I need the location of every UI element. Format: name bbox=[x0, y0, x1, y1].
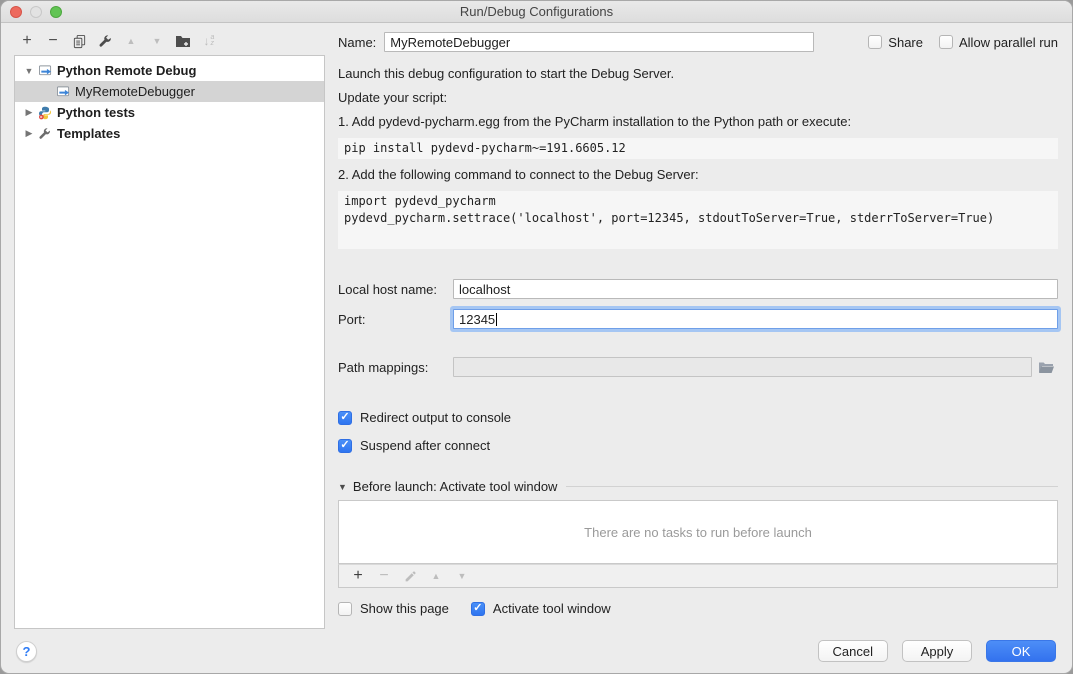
divider bbox=[566, 486, 1058, 487]
browse-folder-icon[interactable] bbox=[1034, 358, 1058, 376]
add-task-button[interactable]: + bbox=[345, 566, 371, 586]
expand-triangle-icon[interactable]: ▼ bbox=[338, 482, 347, 492]
tree-item-label: Python Remote Debug bbox=[57, 63, 196, 78]
show-this-page-label: Show this page bbox=[360, 601, 449, 616]
path-mappings-input[interactable] bbox=[453, 357, 1032, 377]
suspend-after-connect-row[interactable]: ✓ Suspend after connect bbox=[338, 438, 1058, 453]
show-this-page-checkbox[interactable]: ✓ bbox=[338, 602, 352, 616]
tree-item-python-tests[interactable]: ▶ Python tests bbox=[15, 102, 324, 123]
suspend-after-connect-checkbox[interactable]: ✓ bbox=[338, 439, 352, 453]
allow-parallel-run-checkbox[interactable]: ✓ bbox=[939, 35, 953, 49]
move-down-button: ▼ bbox=[144, 30, 170, 52]
instruction-line: Launch this debug configuration to start… bbox=[338, 66, 1058, 82]
configuration-editor: Name: ✓ Share ✓ Allow parallel run Lau bbox=[338, 31, 1058, 616]
zoom-window-button[interactable] bbox=[50, 6, 62, 18]
window-title: Run/Debug Configurations bbox=[460, 4, 613, 19]
edit-templates-wrench-icon[interactable] bbox=[92, 30, 118, 52]
ok-button[interactable]: OK bbox=[986, 640, 1056, 662]
collapse-triangle-icon[interactable]: ▶ bbox=[21, 107, 37, 118]
name-label: Name: bbox=[338, 35, 376, 50]
copy-configuration-icon[interactable] bbox=[66, 30, 92, 52]
edit-task-pencil-icon bbox=[397, 566, 423, 586]
path-mappings-label: Path mappings: bbox=[338, 360, 453, 375]
add-configuration-button[interactable]: + bbox=[14, 30, 40, 52]
sort-configurations-icon: ↓ az bbox=[196, 30, 222, 52]
activate-tool-window-label: Activate tool window bbox=[493, 601, 611, 616]
run-debug-configurations-dialog: Run/Debug Configurations + − ▲ ▼ bbox=[0, 0, 1073, 674]
before-launch-section: ▼ Before launch: Activate tool window Th… bbox=[338, 479, 1058, 616]
empty-tasks-text: There are no tasks to run before launch bbox=[584, 525, 812, 540]
tree-item-label: Templates bbox=[57, 126, 120, 141]
minimize-window-button bbox=[30, 6, 42, 18]
option-checkboxes: ✓ Redirect output to console ✓ Suspend a… bbox=[338, 410, 1058, 453]
before-launch-header[interactable]: ▼ Before launch: Activate tool window bbox=[338, 479, 1058, 494]
name-input[interactable] bbox=[384, 32, 814, 52]
check-icon: ✓ bbox=[340, 440, 349, 451]
tree-item-label: Python tests bbox=[57, 105, 135, 120]
tree-item-templates[interactable]: ▶ Templates bbox=[15, 123, 324, 144]
code-line: import pydevd_pycharm bbox=[344, 193, 1052, 210]
move-task-down-button: ▼ bbox=[449, 566, 475, 586]
code-line: pydevd_pycharm.settrace('localhost', por… bbox=[344, 210, 1052, 227]
share-checkbox-group[interactable]: ✓ Share bbox=[868, 35, 923, 50]
port-value: 12345 bbox=[459, 312, 495, 327]
check-icon: ✓ bbox=[340, 412, 349, 423]
instruction-step-1: 1. Add pydevd-pycharm.egg from the PyCha… bbox=[338, 114, 1058, 130]
local-host-label: Local host name: bbox=[338, 282, 453, 297]
wrench-icon bbox=[37, 126, 53, 141]
dialog-buttons: Cancel Apply OK bbox=[818, 640, 1056, 662]
text-caret bbox=[496, 313, 497, 326]
before-launch-task-list[interactable]: There are no tasks to run before launch bbox=[338, 500, 1058, 564]
redirect-output-label: Redirect output to console bbox=[360, 410, 511, 425]
port-input[interactable]: 12345 bbox=[453, 309, 1058, 329]
path-mappings-row: Path mappings: bbox=[338, 357, 1058, 377]
share-checkbox[interactable]: ✓ bbox=[868, 35, 882, 49]
remove-task-button: − bbox=[371, 566, 397, 586]
allow-parallel-run-label: Allow parallel run bbox=[959, 35, 1058, 50]
instruction-step-2: 2. Add the following command to connect … bbox=[338, 167, 1058, 183]
collapse-triangle-icon[interactable]: ▶ bbox=[21, 128, 37, 139]
suspend-after-connect-label: Suspend after connect bbox=[360, 438, 490, 453]
page-options-row: ✓ Show this page ✓ Activate tool window bbox=[338, 601, 1058, 616]
before-launch-toolbar: + − ▲ ▼ bbox=[338, 564, 1058, 588]
python-tests-icon bbox=[37, 105, 53, 120]
redirect-output-row[interactable]: ✓ Redirect output to console bbox=[338, 410, 1058, 425]
title-bar: Run/Debug Configurations bbox=[1, 1, 1072, 23]
apply-button[interactable]: Apply bbox=[902, 640, 972, 662]
local-host-input[interactable] bbox=[453, 279, 1058, 299]
tree-item-label: MyRemoteDebugger bbox=[75, 84, 195, 99]
share-label: Share bbox=[888, 35, 923, 50]
remote-debug-icon bbox=[55, 84, 71, 99]
tree-item-python-remote-debug[interactable]: ▼ Python Remote Debug bbox=[15, 60, 324, 81]
remove-configuration-button[interactable]: − bbox=[40, 30, 66, 52]
configurations-tree: ▼ Python Remote Debug MyRemoteDebugger bbox=[14, 55, 325, 629]
connection-fields: Local host name: Port: 12345 Path mappin… bbox=[338, 279, 1058, 377]
help-button[interactable]: ? bbox=[16, 641, 37, 662]
tree-item-myremotedebugger[interactable]: MyRemoteDebugger bbox=[15, 81, 324, 102]
local-host-row: Local host name: bbox=[338, 279, 1058, 299]
port-label: Port: bbox=[338, 312, 453, 327]
allow-parallel-run-checkbox-group[interactable]: ✓ Allow parallel run bbox=[939, 35, 1058, 50]
instruction-line: Update your script: bbox=[338, 90, 1058, 106]
expand-triangle-icon[interactable]: ▼ bbox=[21, 66, 37, 76]
move-task-up-button: ▲ bbox=[423, 566, 449, 586]
instructions: Launch this debug configuration to start… bbox=[338, 66, 1058, 249]
close-window-button[interactable] bbox=[10, 6, 22, 18]
name-row: Name: ✓ Share ✓ Allow parallel run bbox=[338, 31, 1058, 53]
port-row: Port: 12345 bbox=[338, 309, 1058, 329]
remote-debug-icon bbox=[37, 63, 53, 78]
settrace-code: import pydevd_pycharm pydevd_pycharm.set… bbox=[338, 191, 1058, 249]
redirect-output-checkbox[interactable]: ✓ bbox=[338, 411, 352, 425]
move-up-button: ▲ bbox=[118, 30, 144, 52]
pip-install-code: pip install pydevd-pycharm~=191.6605.12 bbox=[338, 138, 1058, 159]
new-folder-icon[interactable] bbox=[170, 30, 196, 52]
cancel-button[interactable]: Cancel bbox=[818, 640, 888, 662]
before-launch-title: Before launch: Activate tool window bbox=[353, 479, 558, 494]
configurations-toolbar: + − ▲ ▼ ↓ az bbox=[14, 29, 222, 53]
activate-tool-window-checkbox[interactable]: ✓ bbox=[471, 602, 485, 616]
check-icon: ✓ bbox=[473, 603, 482, 614]
window-controls bbox=[10, 6, 62, 18]
